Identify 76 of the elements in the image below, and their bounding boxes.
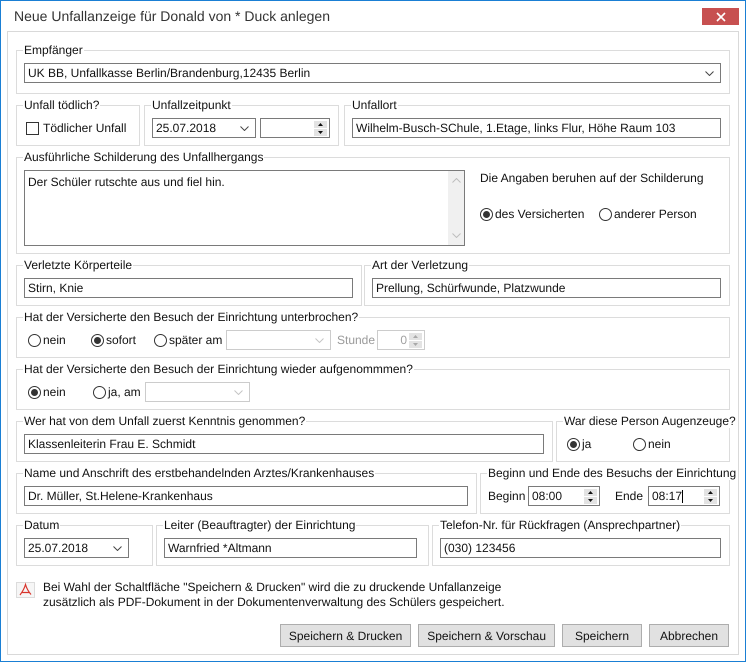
chevron-down-icon (113, 546, 122, 550)
radio-option[interactable]: nein (633, 437, 671, 451)
spin-up-button[interactable] (584, 488, 597, 496)
close-button[interactable] (702, 8, 739, 25)
down-arrow-icon (588, 498, 593, 502)
text-field[interactable]: (030) 123456 (440, 538, 721, 558)
group-label: War diese Person Augenzeuge? (563, 414, 737, 428)
text-field[interactable]: Dr. Müller, St.Helene-Krankenhaus (24, 486, 468, 506)
group-label: Name und Anschrift des erstbehandelnden Arztes/Krankenhauses (23, 466, 376, 480)
close-icon (716, 12, 726, 22)
up-arrow-icon (413, 334, 418, 338)
group-label: Wer hat von dem Unfall zuerst Kenntnis genommen? (23, 414, 306, 428)
group-label: Hat der Versicherte den Besuch der Einrichtung wieder aufgenommmen? (23, 362, 414, 376)
group-label: Telefon-Nr. für Rückfragen (Ansprechpartner) (439, 518, 682, 532)
text-field[interactable]: Prellung, Schürfwunde, Platzwunde (372, 278, 721, 298)
time-field[interactable]: 08:00 (528, 486, 600, 506)
group-label: Art der Verletzung (371, 258, 470, 272)
radio-option[interactable]: sofort (91, 333, 136, 347)
up-arrow-icon (588, 490, 593, 494)
spin-down-button[interactable] (704, 496, 717, 504)
field-label: Beginn (488, 489, 526, 503)
time-field[interactable] (260, 118, 330, 138)
text-field[interactable]: Wilhelm-Busch-SChule, 1.Etage, links Flur, Höhe Raum 103 (352, 118, 721, 138)
scrollbar[interactable] (448, 171, 464, 245)
group-label: Verletzte Körperteile (23, 258, 134, 272)
down-arrow-icon (318, 130, 323, 134)
action-button[interactable]: Speichern & Vorschau (418, 624, 555, 647)
recipient-dropdown[interactable]: UK BB, Unfallkasse Berlin/Brandenburg,12435 Berlin (24, 63, 721, 83)
spin-down-button[interactable] (584, 496, 597, 504)
spin-up-button[interactable] (314, 120, 327, 128)
question-label: Die Angaben beruhen auf der Schilderung (480, 171, 704, 185)
chevron-down-icon (452, 233, 460, 238)
group-label: Unfallzeitpunkt (151, 98, 232, 112)
spin-up-button[interactable] (704, 488, 717, 496)
time-field[interactable]: 08:17 (648, 486, 720, 506)
radio-option[interactable]: nein (28, 333, 66, 347)
chevron-down-icon (315, 338, 324, 342)
group-label: Unfallort (351, 98, 398, 112)
radio-option[interactable]: anderer Person (599, 207, 697, 221)
group-label: Beginn und Ende des Besuchs der Einrichtung (487, 466, 738, 480)
info-text: Bei Wahl der Schaltfläche "Speichern & Drucken" wird die zu druckende Unfallanzeige zusätzlich als PDF-Dokument in der Dokumentenverwaltung des Schülers gespeichert. (43, 580, 506, 610)
radio-option[interactable]: ja (567, 437, 592, 451)
radio-option[interactable]: ja, am (93, 385, 141, 399)
group-label: Hat der Versicherte den Besuch der Einrichtung unterbrochen? (23, 310, 360, 324)
window-title: Neue Unfallanzeige für Donald von * Duck anlegen (14, 8, 330, 24)
text-cursor-icon (682, 490, 684, 502)
field-label: Ende (615, 489, 644, 503)
description-textarea[interactable]: Der Schüler rutschte aus und fiel hin. (24, 170, 465, 246)
group-label: Unfall tödlich? (23, 98, 100, 112)
date-dropdown[interactable]: 25.07.2018 (152, 118, 256, 138)
date-dropdown[interactable]: 25.07.2018 (24, 538, 129, 558)
radio-option[interactable]: des Versicherten (480, 207, 584, 221)
action-button[interactable]: Speichern & Drucken (280, 624, 412, 647)
group-label: Leiter (Beauftragter) der Einrichtung (163, 518, 356, 532)
chevron-down-icon (234, 390, 243, 394)
chevron-down-icon (705, 70, 714, 76)
radio-option[interactable]: später am (154, 333, 222, 347)
down-arrow-icon (708, 498, 713, 502)
field-label: Stunde (337, 333, 376, 347)
chevron-down-icon (240, 126, 249, 130)
down-arrow-icon (413, 342, 418, 346)
action-button[interactable]: Abbrechen (649, 624, 729, 647)
text-field[interactable]: Stirn, Knie (24, 278, 353, 298)
group-label: Empfänger (23, 43, 84, 57)
checkbox-option[interactable]: Tödlicher Unfall (26, 118, 126, 138)
group-label: Datum (23, 518, 60, 532)
document-icon (16, 582, 35, 598)
radio-option[interactable]: nein (28, 385, 66, 399)
group-label: Ausführliche Schilderung des Unfallhergangs (23, 150, 264, 164)
text-field[interactable]: Klassenleiterin Frau E. Schmidt (24, 434, 544, 454)
text-field[interactable]: Warnfried *Altmann (164, 538, 417, 558)
spin-down-button[interactable] (314, 128, 327, 136)
up-arrow-icon (708, 490, 713, 494)
action-button[interactable]: Speichern (562, 624, 642, 647)
chevron-up-icon (452, 178, 460, 183)
up-arrow-icon (318, 122, 323, 126)
